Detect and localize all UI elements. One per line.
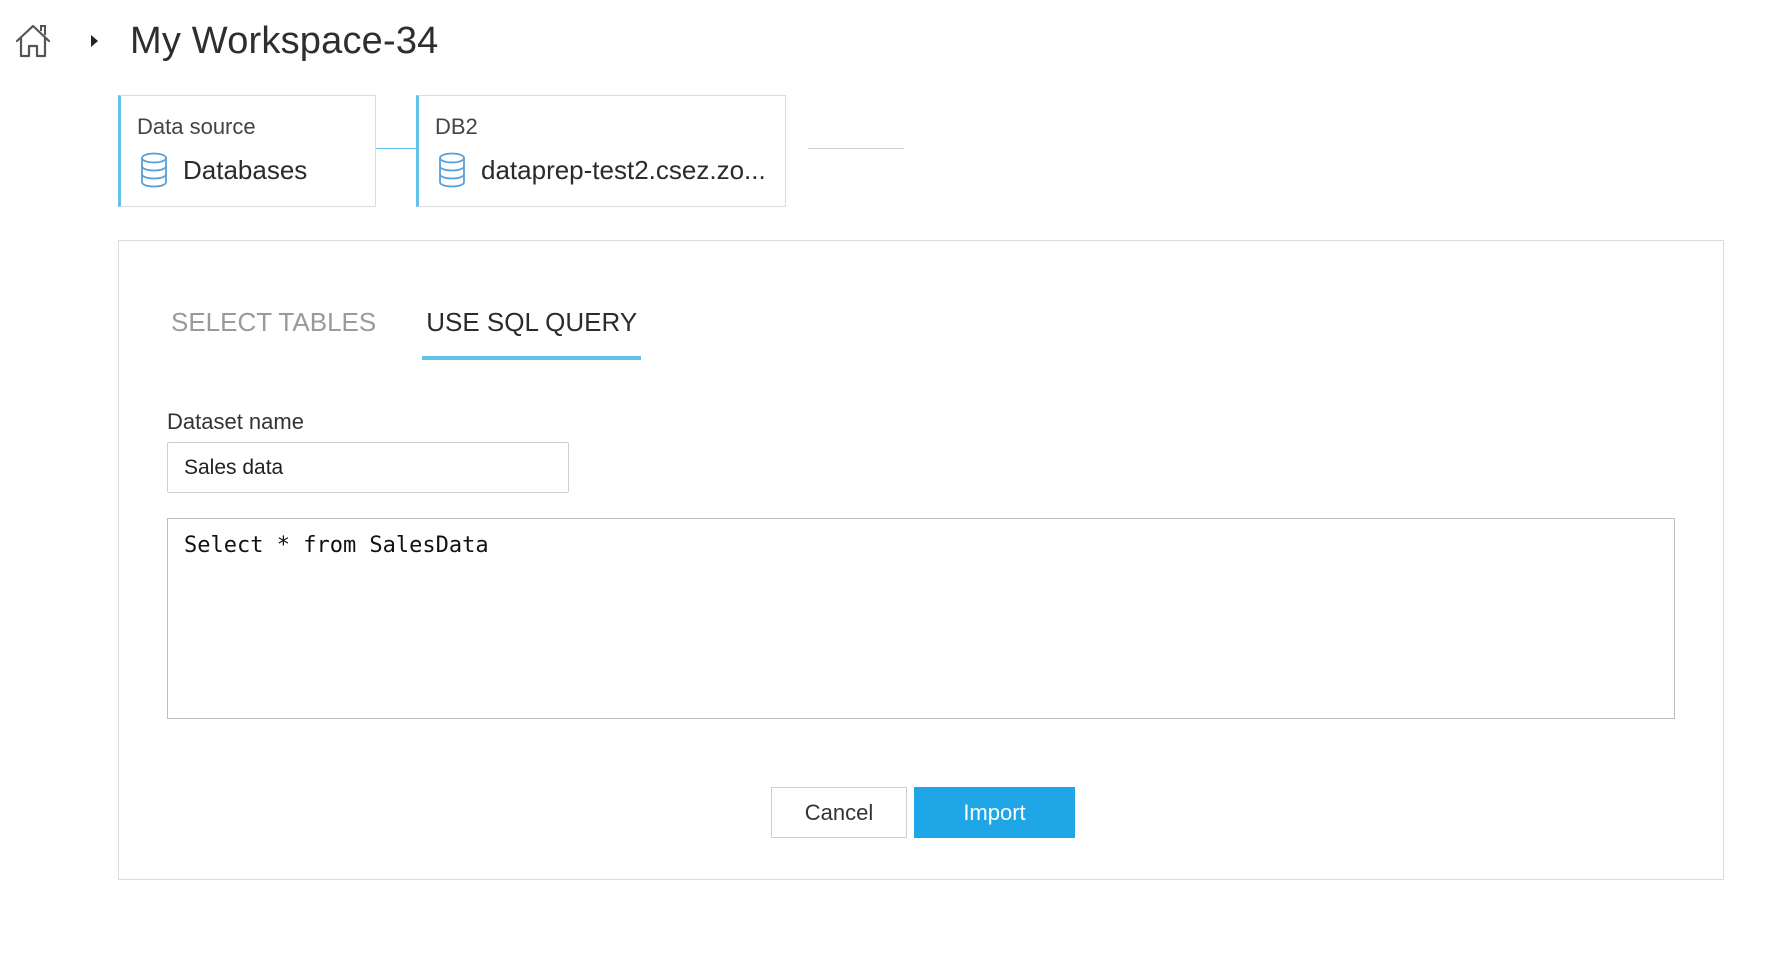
import-button[interactable]: Import	[914, 787, 1075, 838]
step-value-text: dataprep-test2.csez.zo...	[481, 154, 766, 185]
form-actions: Cancel Import	[771, 787, 1075, 838]
step-label: Data source	[137, 114, 256, 139]
tab-use-sql-query[interactable]: USE SQL QUERY	[422, 303, 642, 360]
tab-select-tables[interactable]: SELECT TABLES	[167, 303, 380, 360]
cancel-button[interactable]: Cancel	[771, 787, 907, 838]
step-db2[interactable]: DB2 dataprep-test2.csez.zo...	[416, 95, 786, 207]
step-value-row: Databases	[139, 152, 307, 188]
step-connector-next	[808, 148, 904, 149]
tab-bar: SELECT TABLES USE SQL QUERY	[167, 303, 642, 360]
step-value-row: dataprep-test2.csez.zo...	[437, 152, 766, 188]
dataset-name-label: Dataset name	[167, 409, 304, 434]
caret-right-icon	[88, 31, 100, 51]
page-title: My Workspace-34	[130, 19, 439, 62]
database-icon	[139, 152, 169, 188]
breadcrumb: My Workspace-34	[12, 16, 439, 66]
step-connector	[376, 148, 416, 149]
step-label: DB2	[435, 114, 478, 139]
database-icon	[437, 152, 467, 188]
step-data-source[interactable]: Data source Databases	[118, 95, 376, 207]
home-icon[interactable]	[12, 20, 54, 62]
dataset-name-input[interactable]	[167, 442, 569, 493]
app-page: My Workspace-34 Data source Databases DB…	[0, 0, 1784, 954]
sql-query-editor[interactable]: Select * from SalesData	[167, 518, 1675, 719]
step-value-text: Databases	[183, 154, 308, 185]
sql-import-panel: SELECT TABLES USE SQL QUERY Dataset name…	[118, 240, 1724, 880]
